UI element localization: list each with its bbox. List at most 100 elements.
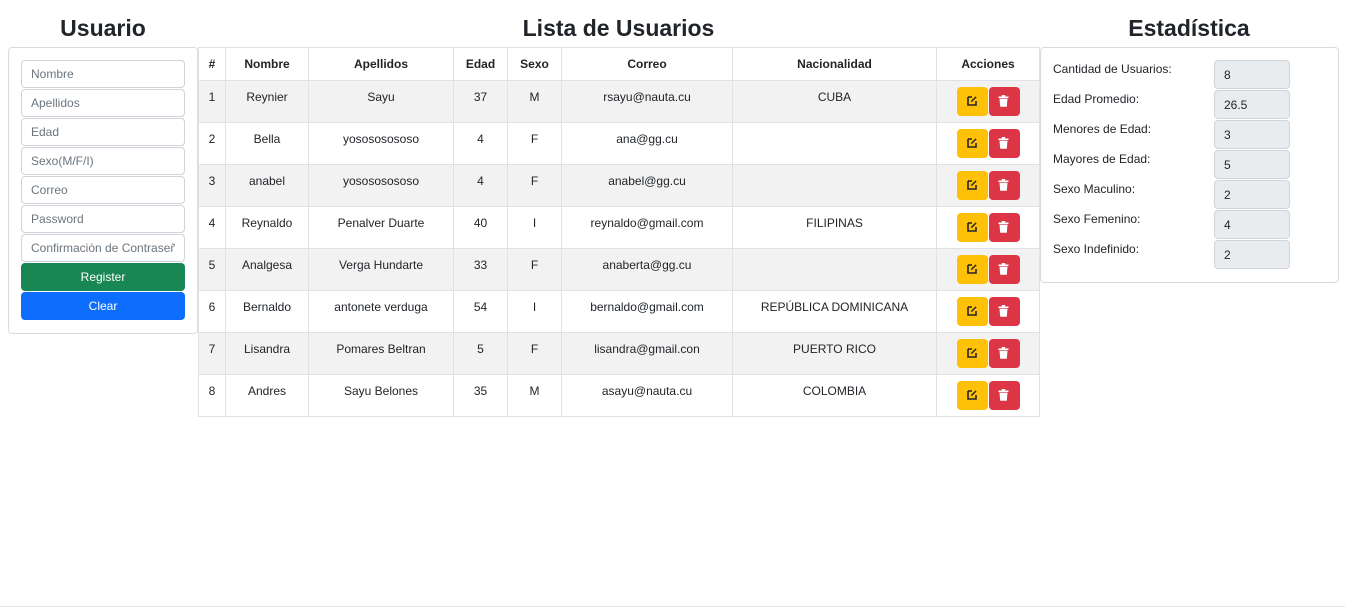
delete-button[interactable] xyxy=(988,171,1020,200)
column-header-correo: Correo xyxy=(561,47,733,81)
delete-button[interactable] xyxy=(988,87,1020,116)
stat-row: Menores de Edad: 3 xyxy=(1053,108,1333,149)
cell-correo: asayu@nauta.cu xyxy=(561,374,733,417)
cell-sexo: M xyxy=(507,374,562,417)
cell-acciones xyxy=(936,374,1040,417)
cell-sexo: I xyxy=(507,290,562,333)
password-input[interactable] xyxy=(21,205,185,233)
table-row: 3 anabel yosososososo 4 Fanabel@gg.cu xyxy=(198,164,1040,207)
delete-button[interactable] xyxy=(988,381,1020,410)
cell-nacionalidad: REPÚBLICA DOMINICANA xyxy=(732,290,937,333)
cell-correo: bernaldo@gmail.com xyxy=(561,290,733,333)
edad-input[interactable] xyxy=(21,118,185,146)
table-row: 4 Reynaldo Penalver Duarte 40 Ireynaldo@gmai… xyxy=(198,206,1040,249)
cell-acciones xyxy=(936,206,1040,249)
table-row: 7 Lisandra Pomares Beltran 5 Flisandra@gmail… xyxy=(198,332,1040,375)
column-header-id: # xyxy=(198,47,226,81)
cell-acciones xyxy=(936,164,1040,207)
cell-id: 3 xyxy=(198,164,226,207)
cell-apellidos: Penalver Duarte xyxy=(308,206,454,249)
cell-nombre: anabel xyxy=(225,164,309,207)
stat-row: Sexo Maculino: 2 xyxy=(1053,168,1333,209)
cell-id: 8 xyxy=(198,374,226,417)
cell-id: 6 xyxy=(198,290,226,333)
stat-label: Sexo Indefinido: xyxy=(1053,242,1140,256)
cell-apellidos: Sayu Belones xyxy=(308,374,454,417)
cell-correo: lisandra@gmail.con xyxy=(561,332,733,375)
cell-apellidos: antonete verduga xyxy=(308,290,454,333)
cell-correo: reynaldo@gmail.com xyxy=(561,206,733,249)
cell-edad: 54 xyxy=(453,290,508,333)
stat-label: Sexo Femenino: xyxy=(1053,212,1141,226)
apellidos-input[interactable] xyxy=(21,89,185,117)
cell-sexo: I xyxy=(507,206,562,249)
table-row: 6 Bernaldo antonete verduga 54 Ibernaldo@gma… xyxy=(198,290,1040,333)
delete-button[interactable] xyxy=(988,297,1020,326)
usuario-heading: Usuario xyxy=(60,15,146,41)
column-header-acciones: Acciones xyxy=(936,47,1040,81)
stat-label: Sexo Maculino: xyxy=(1053,182,1136,196)
cell-edad: 5 xyxy=(453,332,508,375)
cell-apellidos: Pomares Beltran xyxy=(308,332,454,375)
stat-row: Sexo Indefinido: 2 xyxy=(1053,228,1333,269)
cell-apellidos: Sayu xyxy=(308,80,454,123)
bottom-divider xyxy=(0,606,1345,607)
cell-sexo: F xyxy=(507,332,562,375)
correo-input[interactable] xyxy=(21,176,185,204)
cell-nacionalidad xyxy=(732,248,937,291)
column-header-nacionalidad: Nacionalidad xyxy=(732,47,937,81)
delete-button[interactable] xyxy=(988,255,1020,284)
cell-nacionalidad: PUERTO RICO xyxy=(732,332,937,375)
register-button[interactable]: Register xyxy=(21,263,185,291)
table-row: 1 Reynier Sayu 37 Mrsayu@nauta.cu CUBA xyxy=(198,80,1040,123)
cell-id: 1 xyxy=(198,80,226,123)
cell-edad: 4 xyxy=(453,164,508,207)
table-row: 2 Bella yosososososo 4 Fana@gg.cu xyxy=(198,122,1040,165)
cell-edad: 40 xyxy=(453,206,508,249)
cell-id: 7 xyxy=(198,332,226,375)
users-table: # Nombre Apellidos Edad Sexo Correo Naci… xyxy=(198,47,1040,417)
cell-nacionalidad: FILIPINAS xyxy=(732,206,937,249)
cell-nombre: Bernaldo xyxy=(225,290,309,333)
edit-button[interactable] xyxy=(956,255,988,284)
cell-edad: 4 xyxy=(453,122,508,165)
delete-button[interactable] xyxy=(988,129,1020,158)
cell-sexo: F xyxy=(507,122,562,165)
edit-button[interactable] xyxy=(956,87,988,116)
cell-acciones xyxy=(936,248,1040,291)
edit-button[interactable] xyxy=(956,213,988,242)
edit-button[interactable] xyxy=(956,171,988,200)
stat-row: Sexo Femenino: 4 xyxy=(1053,198,1333,239)
stat-value: 2 xyxy=(1214,240,1290,269)
sexo-input[interactable] xyxy=(21,147,185,175)
nombre-input[interactable] xyxy=(21,60,185,88)
cell-nombre: Bella xyxy=(225,122,309,165)
cell-correo: ana@gg.cu xyxy=(561,122,733,165)
stat-row: Edad Promedio: 26.5 xyxy=(1053,78,1333,119)
stat-label: Cantidad de Usuarios: xyxy=(1053,62,1172,76)
cell-id: 5 xyxy=(198,248,226,291)
cell-correo: anabel@gg.cu xyxy=(561,164,733,207)
password-confirm-input[interactable] xyxy=(21,234,185,262)
cell-nacionalidad: CUBA xyxy=(732,80,937,123)
edit-button[interactable] xyxy=(956,339,988,368)
delete-button[interactable] xyxy=(988,213,1020,242)
stat-row: Mayores de Edad: 5 xyxy=(1053,138,1333,179)
table-row: 5 Analgesa Verga Hundarte 33 Fanaberta@gg.cu xyxy=(198,248,1040,291)
cell-apellidos: yosososososo xyxy=(308,122,454,165)
stat-label: Mayores de Edad: xyxy=(1053,152,1151,166)
edit-button[interactable] xyxy=(956,297,988,326)
column-header-apellidos: Apellidos xyxy=(308,47,454,81)
table-row: 8 Andres Sayu Belones 35 Masayu@nauta.cu COLO… xyxy=(198,374,1040,417)
cell-acciones xyxy=(936,122,1040,165)
table-header-row: # Nombre Apellidos Edad Sexo Correo Naci… xyxy=(198,47,1040,81)
stat-label: Menores de Edad: xyxy=(1053,122,1152,136)
users-table-container: # Nombre Apellidos Edad Sexo Correo Naci… xyxy=(198,47,1040,417)
cell-id: 2 xyxy=(198,122,226,165)
edit-button[interactable] xyxy=(956,129,988,158)
clear-button[interactable]: Clear xyxy=(21,292,185,320)
delete-button[interactable] xyxy=(988,339,1020,368)
cell-id: 4 xyxy=(198,206,226,249)
column-header-nombre: Nombre xyxy=(225,47,309,81)
edit-button[interactable] xyxy=(956,381,988,410)
